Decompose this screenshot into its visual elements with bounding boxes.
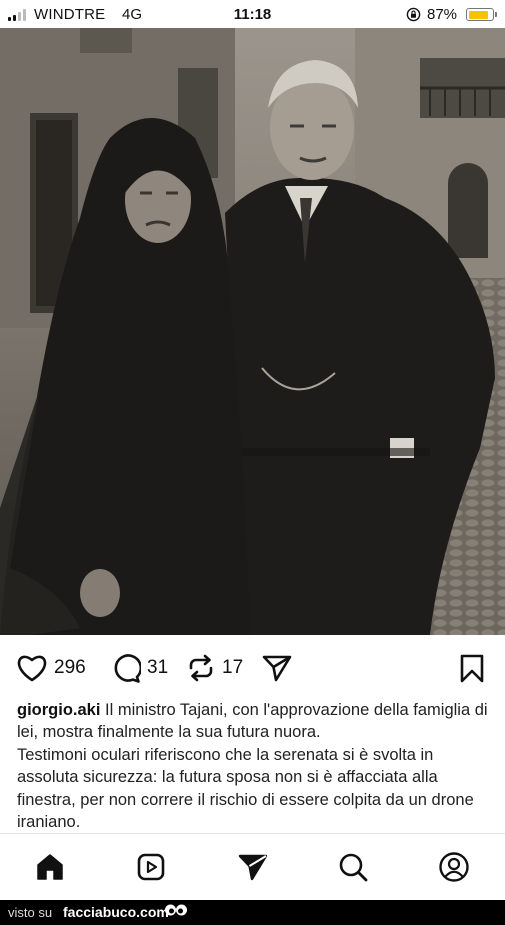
post-action-bar: 296 31 17	[0, 645, 505, 691]
bottom-nav	[0, 842, 505, 892]
search-icon[interactable]	[338, 852, 368, 882]
comment-bubble-icon[interactable]	[111, 653, 141, 683]
like-action[interactable]: 296	[16, 651, 86, 685]
like-count[interactable]: 296	[54, 657, 86, 679]
post-caption: giorgio.aki Il ministro Tajani, con l'ap…	[17, 699, 489, 833]
bookmark-icon[interactable]	[458, 653, 486, 683]
nav-home[interactable]	[33, 850, 67, 884]
home-icon[interactable]	[35, 852, 65, 882]
caption-paragraph-1: giorgio.aki Il ministro Tajani, con l'ap…	[17, 699, 489, 744]
post-photo[interactable]	[0, 28, 505, 635]
comment-action[interactable]: 31	[111, 651, 168, 685]
repost-count[interactable]: 17	[222, 657, 243, 679]
battery-level-fill	[468, 10, 489, 19]
repost-icon[interactable]	[186, 653, 216, 683]
nav-divider	[0, 833, 505, 834]
nav-profile[interactable]	[437, 850, 471, 884]
repost-action[interactable]: 17	[186, 651, 243, 685]
googly-eyes-icon	[165, 904, 187, 916]
nav-direct[interactable]	[236, 850, 270, 884]
status-bar: WINDTRE 4G 11:18 87%	[0, 0, 505, 28]
save-action[interactable]	[458, 651, 486, 685]
profile-icon[interactable]	[438, 851, 470, 883]
nav-reels[interactable]	[134, 850, 168, 884]
watermark-bar: visto su facciabuco.com	[0, 900, 505, 925]
caption-text-2: Testimoni oculari riferiscono che la ser…	[17, 745, 474, 832]
caption-username[interactable]: giorgio.aki	[17, 701, 100, 719]
reels-icon[interactable]	[136, 852, 166, 882]
comment-count[interactable]: 31	[147, 657, 168, 679]
send-icon[interactable]	[261, 653, 293, 683]
share-action[interactable]	[261, 651, 293, 685]
watermark-brand: facciabuco.com	[63, 904, 169, 920]
heart-icon[interactable]	[16, 653, 48, 683]
nav-search[interactable]	[336, 850, 370, 884]
battery-percent: 87%	[427, 6, 458, 23]
watermark-prefix: visto su	[8, 905, 53, 920]
rotation-lock-icon	[406, 7, 421, 22]
photo-illustration	[0, 28, 505, 635]
send-icon[interactable]	[237, 852, 269, 882]
battery-icon	[466, 8, 497, 21]
